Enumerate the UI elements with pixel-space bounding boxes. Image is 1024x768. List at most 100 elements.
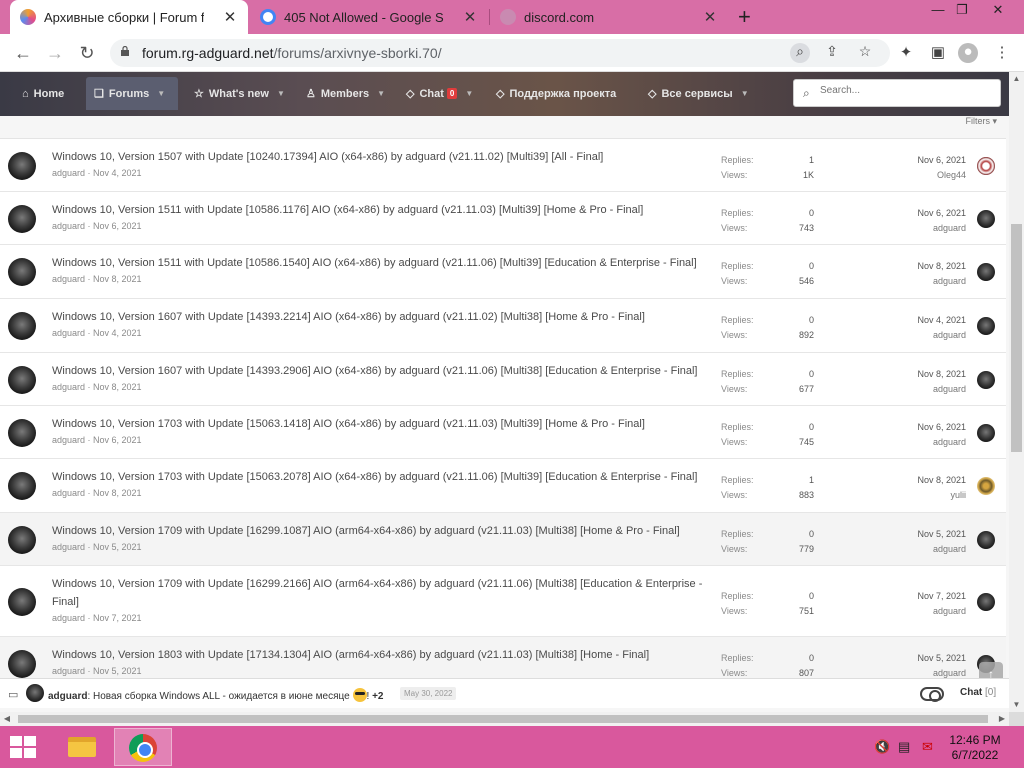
bookmark-star-icon[interactable]: ☆ — [855, 43, 875, 63]
windows-start-icon[interactable] — [10, 736, 38, 760]
thread-author[interactable]: adguard — [52, 542, 85, 552]
nav-project-support[interactable]: ◇ Поддержка проекта — [488, 77, 624, 110]
avatar[interactable] — [977, 477, 995, 495]
nav-home[interactable]: ⌂ Home — [14, 77, 72, 110]
thread-row[interactable]: Windows 10, Version 1703 with Update [15… — [0, 406, 1006, 459]
thread-author[interactable]: adguard — [52, 435, 85, 445]
thread-row[interactable]: Windows 10, Version 1709 with Update [16… — [0, 566, 1006, 637]
thread-title[interactable]: Windows 10, Version 1703 with Update [15… — [52, 415, 712, 433]
thread-row[interactable]: Windows 10, Version 1607 with Update [14… — [0, 353, 1006, 406]
search-input[interactable] — [820, 85, 990, 96]
thread-title[interactable]: Windows 10, Version 1607 with Update [14… — [52, 308, 712, 326]
reload-icon[interactable]: ↻ — [76, 42, 98, 64]
close-icon[interactable]: ✕ — [462, 8, 478, 26]
last-post-user[interactable]: adguard — [880, 330, 966, 340]
scrollbar-thumb[interactable] — [1011, 224, 1022, 452]
last-post-date[interactable]: Nov 6, 2021 — [880, 422, 966, 432]
avatar[interactable] — [8, 366, 36, 394]
thread-title[interactable]: Windows 10, Version 1607 with Update [14… — [52, 362, 712, 380]
nav-forums[interactable]: ❏ Forums ▼ — [86, 77, 178, 110]
last-post-user[interactable]: adguard — [880, 276, 966, 286]
avatar[interactable] — [26, 684, 44, 702]
nav-members[interactable]: ♙ Members ▼ — [298, 77, 393, 110]
avatar[interactable] — [8, 205, 36, 233]
last-post-user[interactable]: adguard — [880, 223, 966, 233]
thread-row[interactable]: Windows 10, Version 1511 with Update [10… — [0, 245, 1006, 299]
chevron-down-icon[interactable]: ▼ — [741, 89, 749, 98]
tab-archive-forum[interactable]: Архивные сборки | Forum from ✕ — [10, 0, 248, 34]
chat-toggle[interactable] — [920, 687, 944, 702]
avatar[interactable] — [8, 152, 36, 180]
thread-row[interactable]: Windows 10, Version 1703 with Update [15… — [0, 459, 1006, 513]
last-post-user[interactable]: Oleg44 — [880, 170, 966, 180]
last-post-user[interactable]: adguard — [880, 606, 966, 616]
chevron-down-icon[interactable]: ▼ — [157, 89, 165, 98]
filters-button[interactable]: Filters ▾ — [965, 116, 997, 127]
last-post-date[interactable]: Nov 5, 2021 — [880, 529, 966, 539]
thread-author[interactable]: adguard — [52, 666, 85, 676]
speaker-muted-icon[interactable]: 🔇 — [874, 739, 890, 755]
last-post-date[interactable]: Nov 8, 2021 — [880, 475, 966, 485]
thread-title[interactable]: Windows 10, Version 1703 with Update [15… — [52, 468, 712, 486]
scroll-up-icon[interactable]: ▲ — [1009, 72, 1024, 86]
nav-all-services[interactable]: ◇ Все сервисы ▼ — [640, 77, 757, 110]
vertical-scrollbar[interactable]: ▲ ▼ — [1009, 72, 1024, 712]
chat-label[interactable]: Chat [0] — [960, 687, 996, 698]
menu-icon[interactable]: ⋮ — [992, 43, 1012, 63]
thread-author[interactable]: adguard — [52, 221, 85, 231]
profile-icon[interactable]: ● — [958, 43, 978, 63]
network-icon[interactable]: ▤ — [898, 739, 910, 755]
share-icon[interactable]: ⇪ — [822, 43, 842, 63]
system-clock[interactable]: 12:46 PM 6/7/2022 — [940, 733, 1010, 763]
chevron-down-icon[interactable]: ▼ — [377, 89, 385, 98]
chat-user[interactable]: adguard — [48, 691, 87, 702]
avatar[interactable] — [977, 210, 995, 228]
back-icon[interactable]: ← — [12, 42, 34, 64]
avatar[interactable] — [8, 419, 36, 447]
last-post-date[interactable]: Nov 8, 2021 — [880, 369, 966, 379]
close-icon[interactable]: ✕ — [702, 8, 718, 26]
thread-title[interactable]: Windows 10, Version 1511 with Update [10… — [52, 254, 712, 272]
file-explorer-button[interactable] — [52, 728, 110, 766]
horizontal-scrollbar[interactable]: ◀ ▶ — [0, 712, 1009, 726]
scroll-right-icon[interactable]: ▶ — [995, 712, 1009, 726]
nav-chat[interactable]: ◇ Chat 0 ▼ — [398, 77, 481, 110]
thread-author[interactable]: adguard — [52, 382, 85, 392]
thread-title[interactable]: Windows 10, Version 1511 with Update [10… — [52, 201, 712, 219]
avatar[interactable] — [8, 588, 36, 616]
avatar[interactable] — [8, 526, 36, 554]
avatar[interactable] — [977, 531, 995, 549]
thread-title[interactable]: Windows 10, Version 1507 with Update [10… — [52, 148, 712, 166]
side-panel-icon[interactable]: ▣ — [928, 43, 948, 63]
thread-author[interactable]: adguard — [52, 328, 85, 338]
avatar[interactable] — [8, 472, 36, 500]
extensions-icon[interactable]: ✦ — [896, 43, 916, 63]
chrome-taskbar-button[interactable] — [114, 728, 172, 766]
thread-author[interactable]: adguard — [52, 274, 85, 284]
scroll-left-icon[interactable]: ◀ — [0, 712, 14, 726]
avatar[interactable] — [977, 157, 995, 175]
avatar[interactable] — [977, 263, 995, 281]
last-post-user[interactable]: adguard — [880, 544, 966, 554]
forward-icon[interactable]: → — [44, 42, 66, 64]
last-post-date[interactable]: Nov 8, 2021 — [880, 261, 966, 271]
action-center-icon[interactable]: ✉ — [922, 739, 933, 755]
tab-discord[interactable]: discord.com ✕ — [490, 0, 728, 34]
scrollbar-thumb[interactable] — [18, 715, 988, 723]
avatar[interactable] — [8, 258, 36, 286]
thread-author[interactable]: adguard — [52, 488, 85, 498]
chevron-down-icon[interactable]: ▼ — [465, 89, 473, 98]
thread-title[interactable]: Windows 10, Version 1803 with Update [17… — [52, 646, 712, 664]
zoom-icon[interactable]: ⌕ — [790, 43, 810, 63]
last-post-date[interactable]: Nov 6, 2021 — [880, 155, 966, 165]
address-bar[interactable]: forum.rg-adguard.net/forums/arxivnye-sbo… — [110, 39, 890, 67]
last-post-date[interactable]: Nov 6, 2021 — [880, 208, 966, 218]
last-post-date[interactable]: Nov 5, 2021 — [880, 653, 966, 663]
avatar[interactable] — [977, 424, 995, 442]
last-post-date[interactable]: Nov 4, 2021 — [880, 315, 966, 325]
thread-row[interactable]: Windows 10, Version 1511 with Update [10… — [0, 192, 1006, 245]
last-post-user[interactable]: adguard — [880, 668, 966, 678]
avatar[interactable] — [977, 317, 995, 335]
thread-row[interactable]: Windows 10, Version 1507 with Update [10… — [0, 139, 1006, 192]
chevron-down-icon[interactable]: ▼ — [277, 89, 285, 98]
